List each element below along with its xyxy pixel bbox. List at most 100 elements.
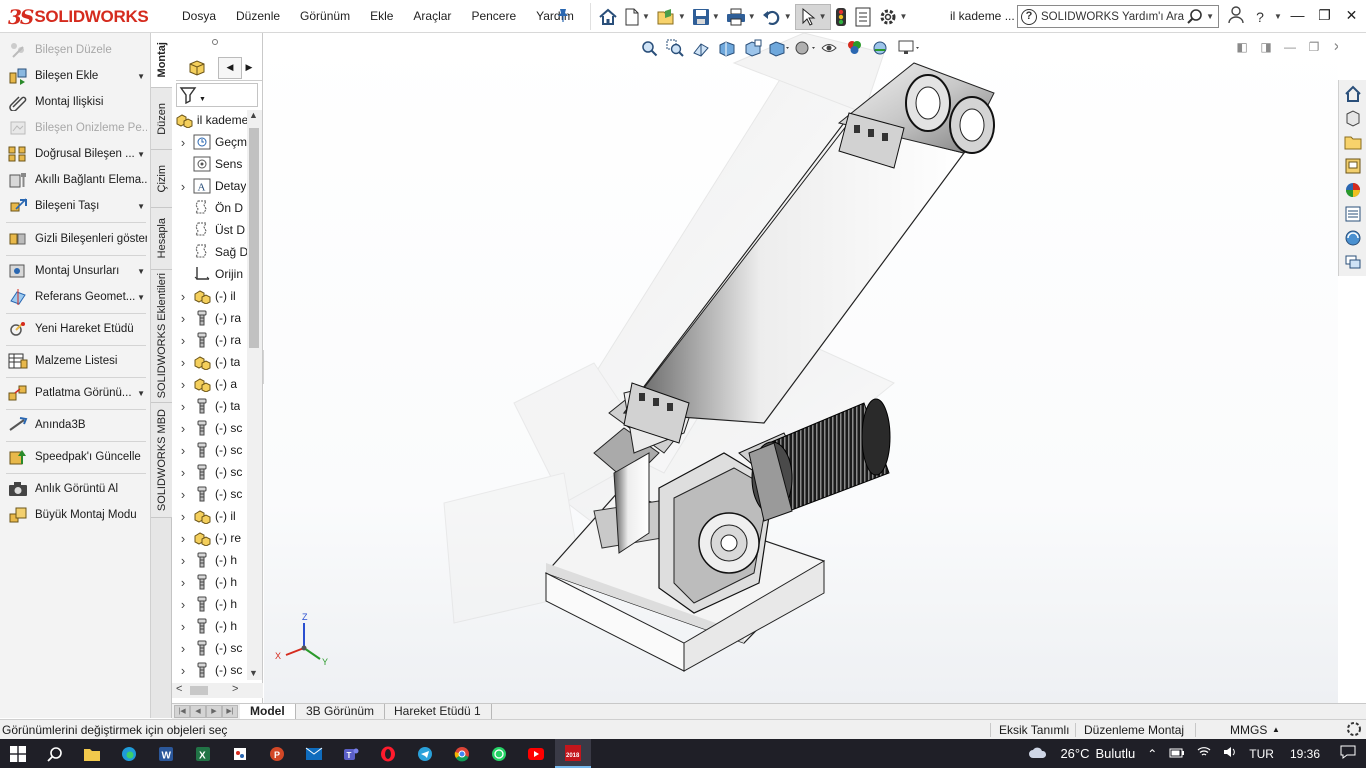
- design-library-icon[interactable]: [1342, 107, 1364, 129]
- tree-item[interactable]: › (-) h: [172, 549, 248, 571]
- tree-item[interactable]: › (-) h: [172, 615, 248, 637]
- tab-model[interactable]: Model: [240, 704, 296, 720]
- file-properties-icon[interactable]: [851, 4, 875, 30]
- menu-window[interactable]: Pencere: [461, 0, 526, 33]
- apply-scene-icon[interactable]: [872, 37, 894, 59]
- tree-item[interactable]: Sens: [172, 153, 248, 175]
- scroll-left-icon[interactable]: <: [176, 683, 182, 695]
- options-gear-icon[interactable]: ▼: [875, 4, 911, 30]
- tab-assembly[interactable]: Montaj: [151, 33, 172, 88]
- notification-icon[interactable]: [1340, 745, 1356, 762]
- print-icon[interactable]: ▼: [723, 4, 759, 30]
- expand-chevron-icon[interactable]: ›: [178, 135, 188, 150]
- tab-motion-study[interactable]: Hareket Etüdü 1: [384, 704, 492, 720]
- tree-item[interactable]: › A Detay: [172, 175, 248, 197]
- tree-vertical-scrollbar[interactable]: ▲ ▼: [247, 110, 262, 680]
- tree-item[interactable]: › (-) sc: [172, 439, 248, 461]
- minimize-button[interactable]: —: [1284, 0, 1311, 30]
- chevron-down-icon[interactable]: ▼: [137, 267, 145, 276]
- powerpoint-icon[interactable]: P: [259, 739, 295, 768]
- search-icon[interactable]: [37, 739, 73, 768]
- home-icon[interactable]: [595, 4, 621, 30]
- tree-item[interactable]: › (-) sc: [172, 637, 248, 659]
- menu-tools[interactable]: Araçlar: [403, 0, 461, 33]
- tree-item[interactable]: › (-) sc: [172, 483, 248, 505]
- tab-evaluate[interactable]: Hesapla: [151, 208, 172, 270]
- large-assembly-mode-button[interactable]: Büyük Montaj Modu: [0, 503, 151, 527]
- graphics-area[interactable]: Z X Y ◧ ◨ — ❐ ✕: [264, 33, 1338, 703]
- split-left-icon[interactable]: ◧: [1230, 40, 1254, 54]
- scroll-thumb[interactable]: [190, 686, 208, 695]
- new-document-icon[interactable]: ▼: [621, 4, 653, 30]
- update-speedpak-button[interactable]: Speedpak'ı Güncelle: [0, 445, 151, 469]
- input-language[interactable]: TUR: [1249, 747, 1274, 761]
- tree-item[interactable]: › Geçm: [172, 131, 248, 153]
- expand-chevron-icon[interactable]: ›: [178, 575, 188, 590]
- word-icon[interactable]: W: [148, 739, 184, 768]
- tree-item[interactable]: Ön D: [172, 197, 248, 219]
- weather-description[interactable]: Bulutlu: [1095, 746, 1135, 761]
- tree-item[interactable]: › (-) sc: [172, 461, 248, 483]
- expand-chevron-icon[interactable]: ›: [178, 399, 188, 414]
- chevron-down-icon[interactable]: ▼: [1274, 12, 1282, 21]
- expand-chevron-icon[interactable]: ›: [178, 333, 188, 348]
- excel-icon[interactable]: X: [185, 739, 221, 768]
- chevron-down-icon[interactable]: ▼: [1206, 12, 1214, 21]
- menu-insert[interactable]: Ekle: [360, 0, 403, 33]
- weather-cloud-icon[interactable]: [1028, 745, 1048, 762]
- tree-item[interactable]: › (-) il: [172, 505, 248, 527]
- tab-addins[interactable]: SOLIDWORKS Eklentileri: [151, 270, 172, 403]
- select-pointer-icon[interactable]: ▼: [794, 3, 831, 30]
- tree-scroll-left[interactable]: ◀: [218, 56, 242, 79]
- dynamic-annotation-icon[interactable]: [742, 37, 764, 59]
- mail-icon[interactable]: [296, 739, 332, 768]
- undo-icon[interactable]: ▼: [759, 4, 795, 30]
- file-explorer-icon[interactable]: [74, 739, 110, 768]
- bill-of-materials-button[interactable]: Malzeme Listesi: [0, 349, 151, 373]
- previous-tab-icon[interactable]: ◀: [190, 705, 206, 718]
- edit-component-button[interactable]: Bileşen Düzele: [0, 38, 151, 62]
- chevron-down-icon[interactable]: ▼: [819, 12, 827, 21]
- chevron-down-icon[interactable]: ▼: [748, 12, 756, 21]
- expand-chevron-icon[interactable]: ›: [178, 377, 188, 392]
- expand-chevron-icon[interactable]: ›: [178, 509, 188, 524]
- telegram-icon[interactable]: [407, 739, 443, 768]
- expand-chevron-icon[interactable]: ›: [178, 641, 188, 656]
- custom-properties-icon[interactable]: [1342, 203, 1364, 225]
- chevron-down-icon[interactable]: ▼: [137, 293, 145, 302]
- zoom-area-icon[interactable]: [664, 37, 686, 59]
- scroll-thumb[interactable]: [249, 128, 259, 348]
- tab-layout[interactable]: Düzen: [151, 88, 172, 150]
- scroll-right-icon[interactable]: >: [232, 683, 238, 695]
- weather-temperature[interactable]: 26°C: [1060, 746, 1089, 761]
- take-snapshot-button[interactable]: Anlık Görüntü Al: [0, 477, 151, 501]
- chevron-down-icon[interactable]: ▼: [137, 202, 145, 211]
- tree-item[interactable]: › (-) a: [172, 373, 248, 395]
- tree-filter[interactable]: ▼: [176, 83, 258, 107]
- expand-chevron-icon[interactable]: ›: [178, 355, 188, 370]
- rebuild-traffic-light-icon[interactable]: [831, 4, 851, 30]
- close-button[interactable]: ✕: [1338, 0, 1365, 30]
- exploded-view-button[interactable]: Patlatma Görünü... ▼: [0, 381, 151, 405]
- instant3d-button[interactable]: Anında3B: [0, 413, 151, 437]
- assembly-model-render[interactable]: Z X Y: [264, 33, 1338, 703]
- windows-start-icon[interactable]: [0, 739, 36, 768]
- expand-chevron-icon[interactable]: ›: [178, 289, 188, 304]
- reference-geometry-button[interactable]: Referans Geomet... ▼: [0, 285, 151, 309]
- volume-icon[interactable]: [1223, 746, 1237, 761]
- restore-viewport-icon[interactable]: ❐: [1302, 40, 1326, 54]
- search-input[interactable]: SOLIDWORKS Yardım'ı Ara: [1041, 11, 1186, 23]
- expand-chevron-icon[interactable]: ›: [178, 619, 188, 634]
- chevron-down-icon[interactable]: ▼: [199, 96, 206, 103]
- feature-manager-tab[interactable]: [176, 57, 218, 79]
- solidworks-logo[interactable]: 3S SOLIDWORKS: [8, 4, 158, 30]
- open-icon[interactable]: ▼: [653, 4, 689, 30]
- last-tab-icon[interactable]: ▶|: [222, 705, 238, 718]
- tree-item[interactable]: › (-) sc: [172, 417, 248, 439]
- paint-icon[interactable]: [222, 739, 258, 768]
- tree-root-assembly[interactable]: il kademe: [172, 109, 248, 131]
- filter-icon[interactable]: [179, 86, 199, 104]
- menu-edit[interactable]: Düzenle: [226, 0, 290, 33]
- tab-mbd[interactable]: SOLIDWORKS MBD: [151, 403, 172, 518]
- units-arrow-icon[interactable]: ▲: [1272, 725, 1280, 734]
